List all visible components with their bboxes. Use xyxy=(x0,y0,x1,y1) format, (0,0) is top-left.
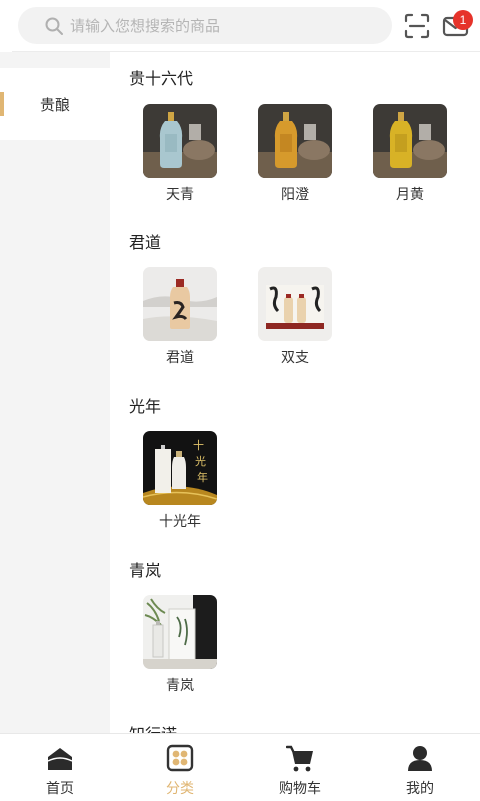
tab-label: 首页 xyxy=(46,781,74,797)
product-item[interactable]: 青岚 xyxy=(130,595,230,695)
sidebar-item-label: 贵酿 xyxy=(39,95,70,114)
product-list: 贵十六代 天青 阳澄 月黄 君道 君道 双支 光年 十 光 年 十光年 青岚 青… xyxy=(110,52,480,733)
svg-text:十: 十 xyxy=(193,438,204,452)
product-name: 十光年 xyxy=(159,514,201,530)
tab-label: 我的 xyxy=(406,781,434,797)
product-name: 君道 xyxy=(166,350,194,366)
section-title: 青岚 xyxy=(129,561,162,580)
product-image: 十 光 年 xyxy=(143,431,217,505)
tab-home[interactable]: 首页 xyxy=(0,734,120,801)
tab-category[interactable]: 分类 xyxy=(120,734,240,801)
section-title: 知行诺 xyxy=(129,721,177,733)
top-header: 1 xyxy=(0,0,480,52)
product-image xyxy=(143,595,217,669)
tab-cart[interactable]: 购物车 xyxy=(240,734,360,801)
product-name: 青岚 xyxy=(166,678,194,694)
product-item[interactable]: 阳澄 xyxy=(245,104,345,204)
home-icon xyxy=(47,748,73,770)
section-title: 光年 xyxy=(129,397,162,416)
product-item[interactable]: 君道 xyxy=(130,267,230,367)
section-title: 贵十六代 xyxy=(129,69,194,88)
bottom-tab-bar: 首页 分类 购物车 我的 xyxy=(0,733,480,801)
product-image xyxy=(373,104,447,178)
product-name: 天青 xyxy=(166,187,194,203)
product-name: 双支 xyxy=(281,350,309,366)
product-image xyxy=(258,104,332,178)
svg-text:年: 年 xyxy=(197,470,208,484)
user-icon xyxy=(408,746,432,771)
product-item[interactable]: 双支 xyxy=(245,267,345,367)
product-item[interactable]: 月黄 xyxy=(360,104,460,204)
product-name: 月黄 xyxy=(396,187,424,203)
sidebar-item-guiniang[interactable]: 贵酿 xyxy=(0,68,110,140)
product-item[interactable]: 天青 xyxy=(130,104,230,204)
search-icon xyxy=(45,17,63,35)
product-image xyxy=(258,267,332,341)
product-name: 阳澄 xyxy=(281,187,309,203)
tab-label: 分类 xyxy=(166,781,194,797)
active-indicator xyxy=(0,92,4,116)
product-image xyxy=(143,104,217,178)
scan-icon[interactable] xyxy=(403,12,431,40)
search-bar[interactable] xyxy=(18,7,392,44)
message-badge: 1 xyxy=(453,10,473,30)
product-image xyxy=(143,267,217,341)
category-sidebar: 贵酿 xyxy=(0,52,110,733)
product-item[interactable]: 十 光 年 十光年 xyxy=(130,431,230,531)
section-title: 君道 xyxy=(129,233,162,252)
cart-icon xyxy=(286,745,313,772)
tab-profile[interactable]: 我的 xyxy=(360,734,480,801)
svg-text:光: 光 xyxy=(195,454,206,468)
search-input[interactable] xyxy=(70,16,370,35)
category-icon xyxy=(166,744,194,772)
tab-label: 购物车 xyxy=(279,781,321,797)
